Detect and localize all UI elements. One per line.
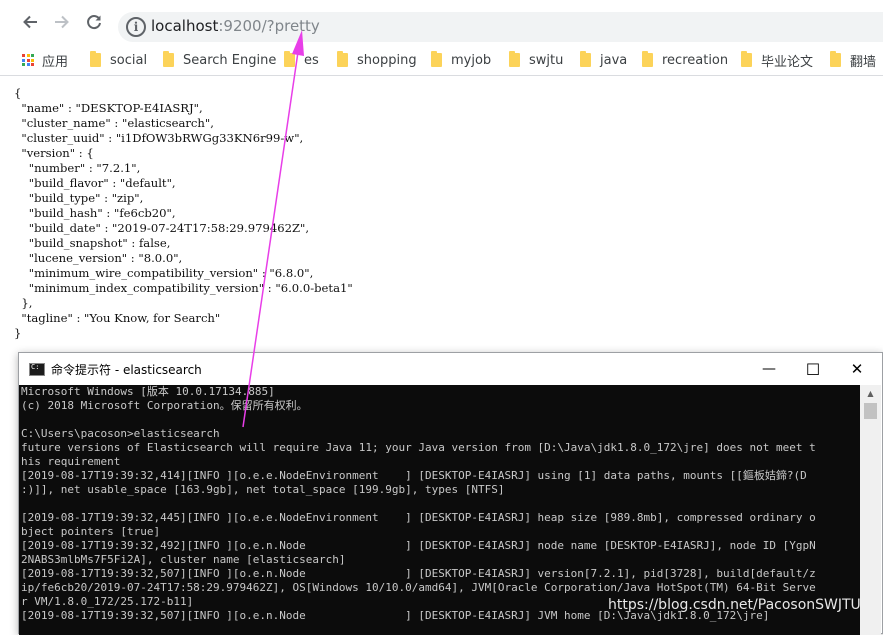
watermark: https://blog.csdn.net/PacosonSWJTU <box>608 597 861 613</box>
bookmark-search-engine[interactable]: Search Engine <box>163 50 276 70</box>
minimize-icon: — <box>762 361 776 377</box>
bookmark-recreation[interactable]: recreation <box>642 50 728 70</box>
maximize-icon: ☐ <box>805 359 821 379</box>
bookmark-label: Search Engine <box>183 52 277 68</box>
bookmark-label: 毕业论文 <box>761 54 814 70</box>
folder-icon <box>90 51 101 67</box>
bookmark-label: shopping <box>357 52 417 68</box>
url-host: localhost <box>151 17 219 35</box>
bookmark-label: recreation <box>662 52 729 68</box>
bookmark-apps[interactable]: 应用 <box>22 50 68 70</box>
close-icon: ✕ <box>850 360 864 378</box>
bookmark-thesis[interactable]: 毕业论文 <box>741 50 813 70</box>
minimize-button[interactable]: — <box>746 353 792 385</box>
url-text[interactable]: localhost:9200/?pretty <box>151 17 320 35</box>
close-button[interactable]: ✕ <box>834 353 880 385</box>
scroll-up-arrow-icon[interactable]: ▲ <box>860 385 881 402</box>
bookmark-shopping[interactable]: shopping <box>337 50 417 70</box>
bookmark-social[interactable]: social <box>90 50 147 70</box>
folder-icon <box>580 51 591 67</box>
folder-icon <box>431 51 442 67</box>
bookmark-label: social <box>110 52 148 68</box>
apps-icon <box>22 54 34 66</box>
maximize-button[interactable]: ☐ <box>790 353 836 385</box>
folder-icon <box>509 51 520 67</box>
bookmark-label: es <box>304 52 319 68</box>
bookmark-label: myjob <box>451 52 492 68</box>
bookmark-label: java <box>600 52 628 68</box>
folder-icon <box>642 51 653 67</box>
bookmark-label: 翻墙 <box>850 54 877 70</box>
scrollbar-thumb[interactable] <box>864 403 877 419</box>
bookmark-es[interactable]: es <box>284 50 319 70</box>
folder-icon <box>830 51 841 67</box>
folder-icon <box>284 51 295 67</box>
reload-icon[interactable] <box>82 10 106 34</box>
bookmark-java[interactable]: java <box>580 50 627 70</box>
bookmark-myjob[interactable]: myjob <box>431 50 491 70</box>
vertical-scrollbar[interactable]: ▲ <box>860 385 881 635</box>
json-response: { "name" : "DESKTOP-E4IASRJ", "cluster_n… <box>14 86 353 340</box>
terminal-output: Microsoft Windows [版本 10.0.17134.885] (c… <box>21 385 816 622</box>
bookmarks-bar: 应用 social Search Engine es shopping myjo… <box>0 44 883 76</box>
folder-icon <box>163 51 174 67</box>
cmd-window-title: 命令提示符 - elasticsearch <box>51 363 202 377</box>
forward-arrow-icon[interactable] <box>50 10 74 34</box>
info-icon[interactable]: i <box>126 17 146 37</box>
bookmark-swjtu[interactable]: swjtu <box>509 50 563 70</box>
cmd-window: 命令提示符 - elasticsearch — ☐ ✕ Microsoft Wi… <box>18 352 883 635</box>
url-path: :9200/?pretty <box>218 17 320 35</box>
bookmark-vpn[interactable]: 翻墙 <box>830 50 876 70</box>
folder-icon <box>741 51 752 67</box>
cmd-titlebar[interactable]: 命令提示符 - elasticsearch — ☐ ✕ <box>19 353 882 385</box>
bookmark-label: swjtu <box>529 52 564 68</box>
back-arrow-icon[interactable] <box>18 10 42 34</box>
folder-icon <box>337 51 348 67</box>
bookmark-label: 应用 <box>42 54 69 70</box>
terminal-icon <box>29 363 45 376</box>
address-bar[interactable]: i localhost:9200/?pretty <box>118 12 883 42</box>
browser-toolbar: i localhost:9200/?pretty <box>0 0 883 44</box>
